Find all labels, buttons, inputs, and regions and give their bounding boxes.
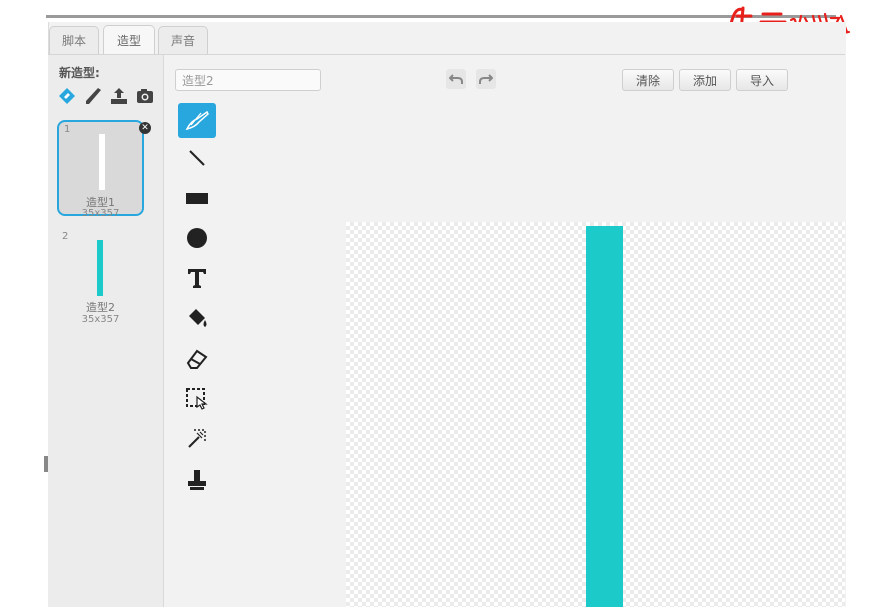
undo-button[interactable] xyxy=(446,69,466,89)
import-button-label: 导入 xyxy=(749,73,774,88)
tool-eraser[interactable] xyxy=(178,341,216,376)
tab-sounds-label: 声音 xyxy=(170,34,195,48)
paint-brush-icon[interactable] xyxy=(57,86,77,106)
pencil-icon[interactable] xyxy=(83,86,103,106)
tab-sounds[interactable]: 声音 xyxy=(158,26,208,54)
undo-icon xyxy=(449,74,463,84)
delete-costume-icon[interactable]: ✕ xyxy=(139,122,151,134)
tool-rectangle[interactable] xyxy=(178,180,216,215)
select-icon xyxy=(186,387,208,410)
tool-stamp[interactable] xyxy=(178,462,216,497)
tab-scripts[interactable]: 脚本 xyxy=(49,26,99,54)
clear-button-label: 清除 xyxy=(635,73,660,88)
tool-select[interactable] xyxy=(178,381,216,416)
costume-thumbnail-2[interactable]: 2 造型2 35x357 xyxy=(57,229,144,325)
tool-brush[interactable] xyxy=(178,103,216,138)
magic-wand-icon xyxy=(188,428,206,448)
tab-scripts-label: 脚本 xyxy=(61,34,86,48)
costume-name: 造型2 xyxy=(86,301,115,314)
costume-thumbnail-1[interactable]: 1 造型1 35x357 xyxy=(57,120,144,219)
clear-button[interactable]: 清除 xyxy=(622,69,674,91)
text-icon xyxy=(188,268,206,288)
costume-shape[interactable] xyxy=(586,226,623,607)
brush-icon xyxy=(185,110,209,130)
new-costume-label: 新造型: xyxy=(59,66,100,80)
new-costume-icons xyxy=(57,86,155,106)
tab-costumes-label: 造型 xyxy=(116,34,141,48)
tool-text[interactable] xyxy=(178,260,216,295)
costume-preview xyxy=(99,134,105,190)
costume-size: 35x357 xyxy=(81,314,120,325)
line-icon xyxy=(189,149,205,166)
costume-name-field[interactable] xyxy=(175,69,321,91)
paint-bucket-icon xyxy=(189,308,207,327)
costume-preview xyxy=(97,240,103,296)
redo-icon xyxy=(479,74,493,84)
tool-reshape[interactable] xyxy=(178,421,216,456)
costume-index: 2 xyxy=(62,231,69,242)
tab-costumes[interactable]: 造型 xyxy=(103,25,155,55)
tool-line[interactable] xyxy=(178,140,216,175)
costume-size: 35x357 xyxy=(81,208,120,219)
tab-bar-divider xyxy=(48,54,845,55)
ellipse-icon xyxy=(187,227,207,248)
stamp-icon xyxy=(188,469,206,490)
tool-ellipse[interactable] xyxy=(178,220,216,255)
top-divider xyxy=(46,15,836,18)
redo-button[interactable] xyxy=(476,69,496,89)
add-button[interactable]: 添加 xyxy=(679,69,731,91)
eraser-icon xyxy=(186,349,208,369)
upload-icon[interactable] xyxy=(109,86,129,106)
camera-icon[interactable] xyxy=(135,86,155,106)
costume-index: 1 xyxy=(64,124,71,135)
add-button-label: 添加 xyxy=(692,73,717,88)
tool-fill[interactable] xyxy=(178,301,216,336)
import-button[interactable]: 导入 xyxy=(736,69,788,91)
rectangle-icon xyxy=(186,192,208,204)
